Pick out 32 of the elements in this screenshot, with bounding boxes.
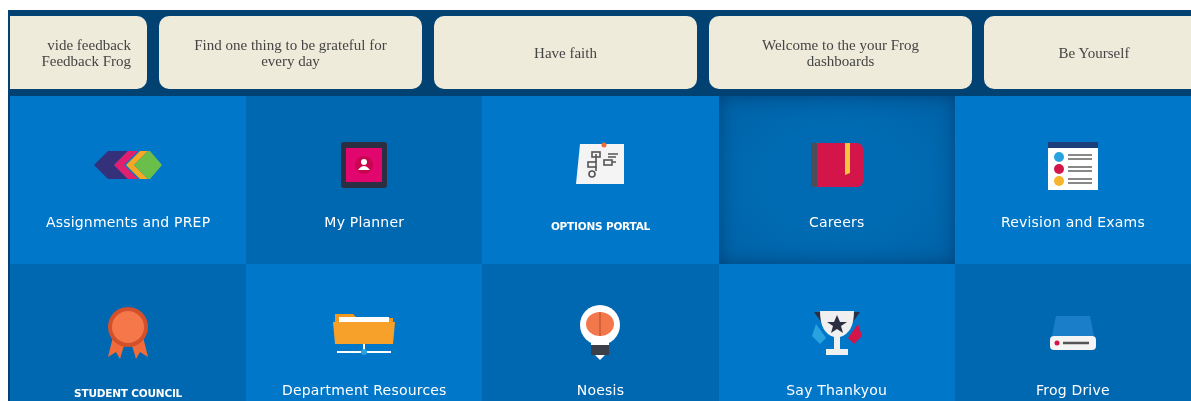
- hard-drive-icon: [1049, 316, 1096, 350]
- app-tile[interactable]: Say Thankyou: [718, 264, 955, 401]
- book-icon: [810, 143, 863, 187]
- tile-label: Revision and Exams: [1000, 214, 1145, 231]
- tablet-icon: [340, 142, 389, 188]
- tile-label: STUDENT COUNCIL: [74, 386, 183, 401]
- tile-label: Noesis: [576, 382, 625, 399]
- tile-label: OPTIONS PORTAL: [550, 219, 651, 234]
- app-tile[interactable]: Careers: [718, 96, 955, 264]
- trophy-icon: [809, 310, 864, 356]
- app-tile[interactable]: Noesis: [482, 264, 719, 401]
- app-tile[interactable]: OPTIONS PORTAL: [482, 96, 719, 264]
- app-tile[interactable]: STUDENT COUNCIL: [10, 264, 247, 401]
- tile-label: Say Thankyou: [786, 382, 888, 399]
- app-tile[interactable]: Department Resources: [246, 264, 483, 401]
- rosette-icon: [106, 306, 151, 359]
- quote-card[interactable]: Welcome to the your Frog dashboards: [709, 16, 972, 89]
- checklist-icon: [1047, 140, 1098, 190]
- tile-label: Careers: [808, 214, 865, 231]
- tile-label: Assignments and PREP: [45, 214, 211, 231]
- tile-label: Frog Drive: [1036, 382, 1110, 399]
- tile-label: My Planner: [324, 214, 405, 231]
- tile-label: Department Resources: [281, 382, 447, 399]
- app-tile[interactable]: My Planner: [246, 96, 483, 264]
- quote-card[interactable]: Have faith: [434, 16, 697, 89]
- quote-card[interactable]: Find one thing to be grateful for every day: [159, 16, 422, 89]
- lightbulb-brain-icon: [579, 305, 622, 361]
- app-tile[interactable]: Revision and Exams: [954, 96, 1191, 264]
- app-tile[interactable]: Assignments and PREP: [10, 96, 247, 264]
- quote-card[interactable]: vide feedback Feedback Frog: [10, 16, 147, 89]
- app-tile[interactable]: Frog Drive: [954, 264, 1191, 401]
- quote-card[interactable]: Be Yourself: [984, 16, 1191, 89]
